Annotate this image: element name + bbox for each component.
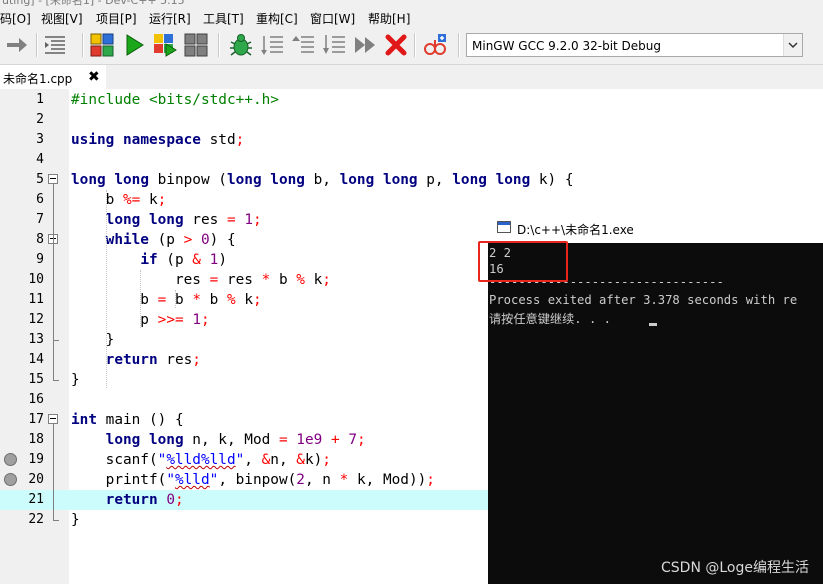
code-line[interactable]: 2 <box>0 110 823 130</box>
compile-icon[interactable] <box>89 32 115 58</box>
fold-end-marker <box>53 380 59 381</box>
line-number: 17 <box>28 412 44 427</box>
code-line[interactable]: 4 <box>0 150 823 170</box>
menu-refactor[interactable]: 重构[C] <box>256 10 298 27</box>
run-icon[interactable] <box>121 32 147 58</box>
code-line[interactable]: 1 #include <bits/stdc++.h> <box>0 90 823 110</box>
line-number: 14 <box>28 352 44 367</box>
window-title-bar: uting] - [未命名1] - Dev-C++ 5.15 <box>0 0 823 8</box>
code-line[interactable]: 6 b %= k; <box>0 190 823 210</box>
step-into-icon[interactable] <box>321 32 347 58</box>
console-cursor <box>649 323 657 326</box>
code-text: b %= k; <box>71 192 167 208</box>
console-title-bar[interactable]: D:\c++\未命名1.exe <box>488 213 823 243</box>
line-number: 7 <box>36 212 44 227</box>
fold-line <box>53 244 54 340</box>
output-highlight-box <box>478 241 568 282</box>
menu-run[interactable]: 运行[R] <box>149 10 191 27</box>
debug-icon[interactable] <box>228 32 254 58</box>
compiler-select-value: MinGW GCC 9.2.0 32-bit Debug <box>472 39 662 53</box>
menu-view[interactable]: 视图[V] <box>41 10 83 27</box>
compiler-select[interactable]: MinGW GCC 9.2.0 32-bit Debug <box>466 33 803 57</box>
line-number: 21 <box>28 492 44 507</box>
stop-icon[interactable] <box>383 32 409 58</box>
menu-window[interactable]: 窗口[W] <box>310 10 355 27</box>
chevron-down-icon[interactable] <box>783 34 802 56</box>
menu-help[interactable]: 帮助[H] <box>368 10 410 27</box>
fold-toggle-icon[interactable] <box>48 174 58 184</box>
line-number: 15 <box>28 372 44 387</box>
line-number: 4 <box>36 152 44 167</box>
code-text: if (p & 1) <box>140 252 227 268</box>
line-number: 13 <box>28 332 44 347</box>
step-over-icon[interactable] <box>290 32 316 58</box>
console-title: D:\c++\未命名1.exe <box>517 223 634 237</box>
menu-bar: 码[O] 视图[V] 项目[P] 运行[R] 工具[T] 重构[C] 窗口[W]… <box>0 8 823 28</box>
fold-end-marker <box>53 520 59 521</box>
code-text: long long res = 1; <box>105 212 262 228</box>
line-number: 11 <box>28 292 44 307</box>
toolbar: MinGW GCC 9.2.0 32-bit Debug <box>0 28 823 65</box>
code-text: return res; <box>105 352 201 368</box>
watermark: CSDN @Loge编程生活 <box>661 560 809 576</box>
step-icon[interactable] <box>259 32 285 58</box>
tab-file[interactable]: 未命名1.cpp ✖ <box>0 65 106 89</box>
code-text: using namespace std; <box>71 132 245 148</box>
line-number: 12 <box>28 312 44 327</box>
menu-code[interactable]: 码[O] <box>0 10 31 27</box>
profile-icon[interactable] <box>422 32 448 58</box>
menu-project[interactable]: 项目[P] <box>96 10 137 27</box>
fold-end-marker <box>53 340 59 341</box>
fold-toggle-icon[interactable] <box>48 414 58 424</box>
line-number: 8 <box>36 232 44 247</box>
tab-label: 未命名1.cpp <box>3 72 73 86</box>
line-number: 18 <box>28 432 44 447</box>
goto-icon[interactable] <box>4 32 30 58</box>
code-line[interactable]: 3 using namespace std; <box>0 130 823 150</box>
indent-guide <box>175 290 177 308</box>
console-line-process-exited: Process exited after 3.378 seconds with … <box>489 293 798 307</box>
line-number: 10 <box>28 272 44 287</box>
indent-guide <box>105 190 107 388</box>
console-window-icon <box>497 221 511 233</box>
code-text: long long binpow (long long b, long long… <box>71 172 574 188</box>
line-number: 16 <box>28 392 44 407</box>
continue-icon[interactable] <box>352 32 378 58</box>
code-text: return 0; <box>105 492 184 508</box>
code-text: } <box>71 372 80 388</box>
fold-line <box>53 424 54 520</box>
code-text: b = b * b % k; <box>71 292 262 308</box>
tab-bar: 未命名1.cpp ✖ <box>0 65 823 89</box>
line-number: 2 <box>36 112 44 127</box>
line-number: 9 <box>36 252 44 267</box>
line-number: 20 <box>28 472 44 487</box>
code-line[interactable]: 5 long long binpow (long long b, long lon… <box>0 170 823 190</box>
line-number: 6 <box>36 192 44 207</box>
line-number: 22 <box>28 512 44 527</box>
code-text: res = res * b % k; <box>71 272 331 288</box>
code-text: long long n, k, Mod = 1e9 + 7; <box>105 432 366 448</box>
close-icon[interactable]: ✖ <box>88 69 100 85</box>
line-number: 3 <box>36 132 44 147</box>
breakpoint-icon[interactable] <box>4 453 17 466</box>
window-title: uting] - [未命名1] - Dev-C++ 5.15 <box>2 0 185 7</box>
code-text: #include <bits/stdc++.h> <box>71 92 279 108</box>
breakpoint-icon[interactable] <box>4 473 17 486</box>
rebuild-icon[interactable] <box>183 32 209 58</box>
code-text: } <box>71 512 80 528</box>
code-text: int main () { <box>71 412 184 428</box>
code-text: } <box>71 332 115 348</box>
console-line-press-any-key: 请按任意键继续. . . <box>489 312 619 326</box>
indent-icon[interactable] <box>42 32 68 58</box>
menu-tools[interactable]: 工具[T] <box>203 10 244 27</box>
indent-guide <box>140 270 142 328</box>
compile-run-icon[interactable] <box>152 32 178 58</box>
code-text: printf("%lld", binpow(2, n * k, Mod)); <box>71 472 435 488</box>
code-text: while (p > 0) { <box>105 232 236 248</box>
code-text: scanf("%lld%lld", &n, &k); <box>71 452 331 468</box>
line-number: 19 <box>28 452 44 467</box>
line-number: 5 <box>36 172 44 187</box>
line-number: 1 <box>36 92 44 107</box>
